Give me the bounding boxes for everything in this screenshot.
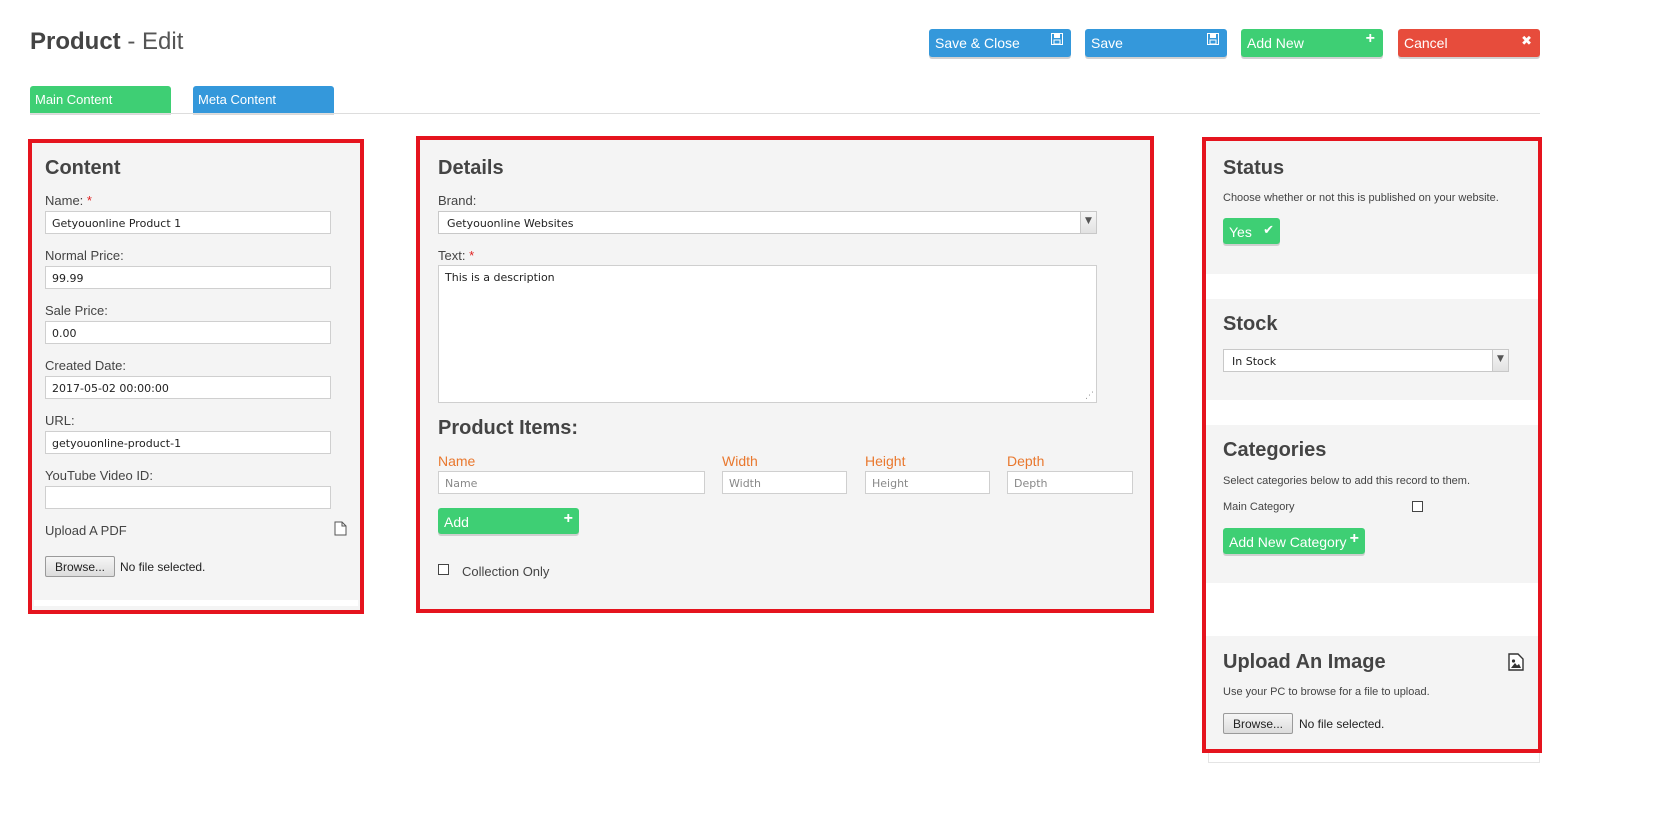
youtube-label: YouTube Video ID: bbox=[45, 468, 153, 483]
page-title: Product - Edit bbox=[30, 28, 183, 56]
description-textarea[interactable]: This is a description ⋰ bbox=[438, 265, 1097, 403]
tab-main-content-label: Main Content bbox=[35, 92, 113, 107]
add-new-category-label: Add New Category bbox=[1229, 534, 1347, 550]
item-height-placeholder: Height bbox=[872, 477, 909, 490]
add-new-button[interactable]: Add New + bbox=[1241, 29, 1383, 57]
chevron-down-icon[interactable]: ▼ bbox=[1080, 212, 1096, 233]
tab-meta-content[interactable]: Meta Content bbox=[193, 86, 334, 113]
close-icon: ✖ bbox=[1521, 33, 1532, 48]
cancel-button[interactable]: Cancel ✖ bbox=[1398, 29, 1540, 57]
required-marker: * bbox=[469, 248, 475, 263]
categories-description: Select categories below to add this reco… bbox=[1223, 475, 1471, 487]
sale-price-label: Sale Price: bbox=[45, 303, 108, 318]
name-label-text: Name: bbox=[45, 193, 84, 208]
item-width-placeholder: Width bbox=[729, 477, 761, 490]
publish-toggle[interactable]: Yes ✔ bbox=[1223, 218, 1280, 244]
item-depth-placeholder: Depth bbox=[1014, 477, 1048, 490]
collection-only-label: Collection Only bbox=[462, 564, 550, 579]
main-category-checkbox[interactable] bbox=[1412, 501, 1423, 512]
url-field[interactable]: getyouonline-product-1 bbox=[45, 431, 331, 454]
pdf-no-file-text: No file selected. bbox=[120, 560, 206, 574]
item-name-input[interactable]: Name bbox=[438, 471, 705, 494]
page-title-main: Product bbox=[30, 28, 121, 55]
details-heading: Details bbox=[438, 157, 504, 179]
add-item-label: Add bbox=[444, 514, 469, 530]
item-name-placeholder: Name bbox=[445, 477, 478, 490]
upload-image-description: Use your PC to browse for a file to uplo… bbox=[1223, 686, 1430, 698]
tab-meta-content-label: Meta Content bbox=[198, 92, 277, 107]
brand-select-value: Getyouonline Websites bbox=[447, 217, 574, 230]
col-height-header: Height bbox=[865, 453, 906, 469]
save-label: Save bbox=[1091, 35, 1123, 51]
item-width-input[interactable]: Width bbox=[722, 471, 847, 494]
sidebar-bottom-edge bbox=[1208, 753, 1540, 763]
plus-icon: + bbox=[1349, 530, 1359, 547]
col-width-header: Width bbox=[722, 453, 758, 469]
brand-select[interactable]: Getyouonline Websites ▼ bbox=[438, 211, 1097, 234]
floppy-disk-icon bbox=[1051, 33, 1063, 48]
product-items-heading: Product Items: bbox=[438, 417, 579, 439]
sale-price-field[interactable]: 0.00 bbox=[45, 321, 331, 344]
pdf-browse-button[interactable]: Browse... bbox=[45, 556, 115, 577]
save-close-label: Save & Close bbox=[935, 35, 1020, 51]
upload-pdf-label: Upload A PDF bbox=[45, 523, 127, 538]
name-field[interactable]: Getyouonline Product 1 bbox=[45, 211, 331, 234]
stock-select[interactable]: In Stock ▼ bbox=[1223, 349, 1509, 372]
image-browse-button[interactable]: Browse... bbox=[1223, 713, 1293, 734]
categories-heading: Categories bbox=[1223, 439, 1327, 461]
add-new-label: Add New bbox=[1247, 35, 1304, 51]
resize-handle-icon[interactable]: ⋰ bbox=[1085, 391, 1094, 401]
upload-image-heading: Upload An Image bbox=[1223, 651, 1386, 673]
item-height-input[interactable]: Height bbox=[865, 471, 990, 494]
add-item-button[interactable]: Add + bbox=[438, 508, 579, 534]
col-name-header: Name bbox=[438, 453, 476, 469]
required-marker: * bbox=[86, 193, 92, 208]
save-close-button[interactable]: Save & Close bbox=[929, 29, 1071, 57]
created-date-label: Created Date: bbox=[45, 358, 126, 373]
tab-main-content[interactable]: Main Content bbox=[30, 86, 171, 113]
col-depth-header: Depth bbox=[1007, 453, 1045, 469]
document-icon bbox=[334, 521, 347, 541]
normal-price-label: Normal Price: bbox=[45, 248, 124, 263]
item-depth-input[interactable]: Depth bbox=[1007, 471, 1133, 494]
status-heading: Status bbox=[1223, 157, 1285, 179]
image-no-file-text: No file selected. bbox=[1299, 717, 1385, 731]
chevron-down-icon[interactable]: ▼ bbox=[1492, 350, 1508, 371]
publish-toggle-label: Yes bbox=[1229, 224, 1252, 240]
image-file-icon bbox=[1508, 653, 1524, 676]
stock-heading: Stock bbox=[1223, 313, 1278, 335]
save-button[interactable]: Save bbox=[1085, 29, 1227, 57]
brand-label: Brand: bbox=[438, 193, 477, 208]
text-label-text: Text: bbox=[438, 248, 466, 263]
checkmark-icon: ✔ bbox=[1263, 222, 1274, 237]
youtube-field[interactable] bbox=[45, 486, 331, 509]
normal-price-field[interactable]: 99.99 bbox=[45, 266, 331, 289]
content-heading: Content bbox=[45, 157, 121, 179]
status-description: Choose whether or not this is published … bbox=[1223, 192, 1499, 204]
floppy-disk-icon bbox=[1207, 33, 1219, 48]
plus-icon: + bbox=[1365, 30, 1375, 47]
main-category-label: Main Category bbox=[1223, 501, 1295, 513]
text-label: Text: * bbox=[438, 248, 474, 263]
plus-icon: + bbox=[563, 510, 573, 527]
cancel-label: Cancel bbox=[1404, 35, 1448, 51]
page-title-sub: - Edit bbox=[120, 28, 184, 55]
url-label: URL: bbox=[45, 413, 75, 428]
add-new-category-button[interactable]: Add New Category + bbox=[1223, 528, 1365, 554]
collection-only-checkbox[interactable] bbox=[438, 564, 449, 575]
stock-select-value: In Stock bbox=[1232, 355, 1277, 368]
tab-divider bbox=[30, 113, 1540, 114]
name-label: Name: * bbox=[45, 193, 92, 208]
description-text: This is a description bbox=[445, 271, 555, 284]
created-date-field[interactable]: 2017-05-02 00:00:00 bbox=[45, 376, 331, 399]
